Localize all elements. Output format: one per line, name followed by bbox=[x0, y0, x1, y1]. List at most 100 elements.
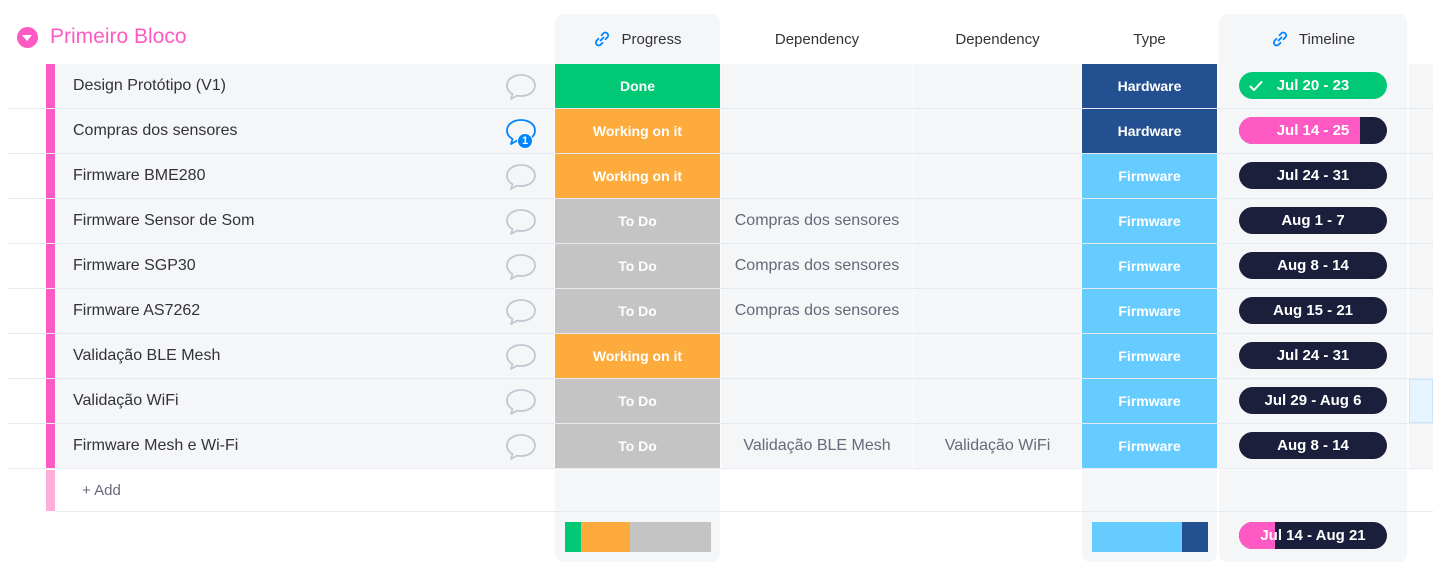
item-name[interactable]: Validação WiFi bbox=[73, 379, 179, 423]
extra-cell[interactable] bbox=[1409, 379, 1433, 423]
dependency-cell-2[interactable] bbox=[914, 244, 1081, 288]
updates-icon[interactable] bbox=[505, 162, 537, 192]
timeline-cell[interactable]: Jul 24 - 31 bbox=[1219, 154, 1407, 198]
extra-cell[interactable] bbox=[1409, 334, 1433, 378]
type-cell[interactable]: Hardware bbox=[1082, 64, 1217, 108]
timeline-cell[interactable]: Jul 24 - 31 bbox=[1219, 334, 1407, 378]
item-name[interactable]: Firmware SGP30 bbox=[73, 244, 196, 288]
type-cell[interactable]: Firmware bbox=[1082, 379, 1217, 423]
dependency-cell-2[interactable] bbox=[914, 109, 1081, 153]
extra-cell[interactable] bbox=[1409, 244, 1433, 288]
status-cell[interactable]: Working on it bbox=[555, 109, 720, 153]
table-row[interactable]: Validação BLE Mesh Working on it Firmware J… bbox=[0, 334, 1433, 379]
add-item-button[interactable]: + Add bbox=[82, 470, 121, 511]
item-name[interactable]: Firmware AS7262 bbox=[73, 289, 200, 333]
timeline-cell[interactable]: Aug 8 - 14 bbox=[1219, 244, 1407, 288]
status-cell[interactable]: To Do bbox=[555, 424, 720, 468]
progress-summary[interactable] bbox=[555, 512, 720, 562]
table-row[interactable]: Firmware BME280 Working on it Firmware Jul … bbox=[0, 154, 1433, 199]
dependency-cell-2[interactable] bbox=[914, 199, 1081, 243]
timeline-cell[interactable]: Jul 20 - 23 bbox=[1219, 64, 1407, 108]
dependency-cell-1[interactable] bbox=[721, 379, 913, 423]
type-cell[interactable]: Firmware bbox=[1082, 244, 1217, 288]
updates-icon[interactable] bbox=[505, 207, 537, 237]
status-cell[interactable]: Working on it bbox=[555, 334, 720, 378]
timeline-pill[interactable]: Jul 29 - Aug 6 bbox=[1239, 387, 1387, 414]
timeline-summary[interactable]: Jul 14 - Aug 21 bbox=[1219, 512, 1407, 562]
group-title[interactable]: Primeiro Bloco bbox=[50, 25, 187, 49]
updates-icon[interactable] bbox=[505, 297, 537, 327]
type-cell[interactable]: Firmware bbox=[1082, 154, 1217, 198]
group-collapse-toggle[interactable] bbox=[17, 27, 38, 48]
dependency-cell-1[interactable]: Compras dos sensores bbox=[721, 199, 913, 243]
timeline-cell[interactable]: Aug 8 - 14 bbox=[1219, 424, 1407, 468]
type-cell[interactable]: Firmware bbox=[1082, 289, 1217, 333]
dependency-cell-2[interactable] bbox=[914, 64, 1081, 108]
column-header-type[interactable]: Type bbox=[1082, 14, 1217, 64]
updates-icon[interactable] bbox=[505, 72, 537, 102]
column-header-timeline[interactable]: Timeline bbox=[1219, 14, 1407, 64]
status-cell[interactable]: To Do bbox=[555, 379, 720, 423]
timeline-cell[interactable]: Jul 14 - 25 bbox=[1219, 109, 1407, 153]
updates-icon-active[interactable]: 1 bbox=[505, 117, 537, 149]
item-name[interactable]: Compras dos sensores bbox=[73, 109, 238, 153]
dependency-cell-2[interactable] bbox=[914, 334, 1081, 378]
timeline-pill[interactable]: Aug 8 - 14 bbox=[1239, 432, 1387, 459]
item-name[interactable]: Firmware Sensor de Som bbox=[73, 199, 254, 243]
item-name[interactable]: Design Protótipo (V1) bbox=[73, 64, 226, 108]
column-header-dependency-1[interactable]: Dependency bbox=[721, 14, 913, 64]
timeline-cell[interactable]: Aug 15 - 21 bbox=[1219, 289, 1407, 333]
table-row[interactable]: Firmware Sensor de Som To Do Compras dos s… bbox=[0, 199, 1433, 244]
dependency-cell-1[interactable] bbox=[721, 109, 913, 153]
table-row[interactable]: Firmware Mesh e Wi-Fi To Do Validação BLE … bbox=[0, 424, 1433, 469]
item-name[interactable]: Firmware Mesh e Wi-Fi bbox=[73, 424, 238, 468]
status-cell[interactable]: To Do bbox=[555, 199, 720, 243]
extra-cell[interactable] bbox=[1409, 424, 1433, 468]
column-header-progress[interactable]: Progress bbox=[555, 14, 720, 64]
dependency-cell-2[interactable]: Validação WiFi bbox=[914, 424, 1081, 468]
extra-cell[interactable] bbox=[1409, 154, 1433, 198]
dependency-cell-1[interactable]: Compras dos sensores bbox=[721, 244, 913, 288]
timeline-pill[interactable]: Jul 24 - 31 bbox=[1239, 162, 1387, 189]
dependency-cell-1[interactable]: Compras dos sensores bbox=[721, 289, 913, 333]
table-row[interactable]: Firmware SGP30 To Do Compras dos sensores F… bbox=[0, 244, 1433, 289]
extra-cell[interactable] bbox=[1409, 199, 1433, 243]
timeline-pill[interactable]: Jul 14 - 25 bbox=[1239, 117, 1387, 144]
dependency-cell-1[interactable] bbox=[721, 154, 913, 198]
timeline-pill[interactable]: Aug 15 - 21 bbox=[1239, 297, 1387, 324]
dependency-cell-1[interactable] bbox=[721, 334, 913, 378]
dependency-cell-1[interactable] bbox=[721, 64, 913, 108]
dependency-cell-2[interactable] bbox=[914, 379, 1081, 423]
timeline-pill[interactable]: Jul 24 - 31 bbox=[1239, 342, 1387, 369]
timeline-cell[interactable]: Aug 1 - 7 bbox=[1219, 199, 1407, 243]
type-cell[interactable]: Firmware bbox=[1082, 424, 1217, 468]
timeline-pill[interactable]: Jul 20 - 23 bbox=[1239, 72, 1387, 99]
updates-icon[interactable] bbox=[505, 342, 537, 372]
table-row[interactable]: Firmware AS7262 To Do Compras dos sensores… bbox=[0, 289, 1433, 334]
table-row[interactable]: Compras dos sensores 1 Working on it Hardwa… bbox=[0, 109, 1433, 154]
timeline-pill[interactable]: Aug 1 - 7 bbox=[1239, 207, 1387, 234]
item-name[interactable]: Firmware BME280 bbox=[73, 154, 205, 198]
status-cell[interactable]: Working on it bbox=[555, 154, 720, 198]
status-cell[interactable]: Done bbox=[555, 64, 720, 108]
updates-icon[interactable] bbox=[505, 252, 537, 282]
updates-icon[interactable] bbox=[505, 432, 537, 462]
updates-icon[interactable] bbox=[505, 387, 537, 417]
status-cell[interactable]: To Do bbox=[555, 289, 720, 333]
type-summary[interactable] bbox=[1082, 512, 1217, 562]
extra-cell[interactable] bbox=[1409, 289, 1433, 333]
dependency-cell-1[interactable]: Validação BLE Mesh bbox=[721, 424, 913, 468]
type-cell[interactable]: Firmware bbox=[1082, 334, 1217, 378]
status-cell[interactable]: To Do bbox=[555, 244, 720, 288]
table-row[interactable]: Validação WiFi To Do Firmware Jul 29 - Aug … bbox=[0, 379, 1433, 424]
extra-cell[interactable] bbox=[1409, 64, 1433, 108]
dependency-cell-2[interactable] bbox=[914, 154, 1081, 198]
type-cell[interactable]: Hardware bbox=[1082, 109, 1217, 153]
dependency-cell-2[interactable] bbox=[914, 289, 1081, 333]
timeline-pill[interactable]: Aug 8 - 14 bbox=[1239, 252, 1387, 279]
extra-cell[interactable] bbox=[1409, 109, 1433, 153]
type-cell[interactable]: Firmware bbox=[1082, 199, 1217, 243]
column-header-dependency-2[interactable]: Dependency bbox=[914, 14, 1081, 64]
item-name[interactable]: Validação BLE Mesh bbox=[73, 334, 220, 378]
table-row[interactable]: Design Protótipo (V1) Done Hardware Jul 20 … bbox=[0, 64, 1433, 109]
